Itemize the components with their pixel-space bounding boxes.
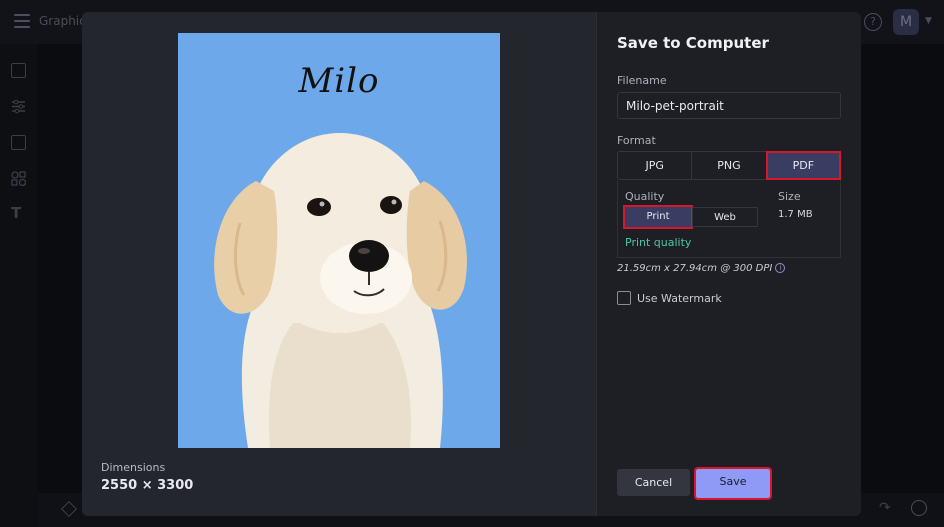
image-icon[interactable] [11, 63, 26, 78]
adjust-icon[interactable] [11, 99, 26, 114]
size-label: Size [778, 190, 801, 203]
dpi-text: 21.59cm x 27.94cm @ 300 DPI [617, 263, 773, 274]
dialog-title: Save to Computer [617, 34, 769, 52]
quality-section: Quality Print Web Print quality Size 1.7… [617, 180, 841, 258]
watermark-checkbox[interactable] [617, 291, 631, 305]
layout-icon[interactable] [11, 135, 26, 150]
format-pdf-button[interactable]: PDF [765, 151, 841, 180]
format-selector: JPG PNG PDF [617, 151, 841, 180]
pet-name-text: Milo [298, 61, 380, 101]
redo-icon[interactable]: ↷ [879, 500, 891, 516]
size-value: 1.7 MB [778, 209, 813, 220]
dpi-info: 21.59cm x 27.94cm @ 300 DPI i [617, 263, 786, 274]
design-preview: Milo [178, 33, 500, 448]
dimensions-label: Dimensions [101, 461, 166, 474]
quality-label: Quality [625, 190, 665, 203]
avatar[interactable]: M [893, 9, 919, 35]
dimensions-value: 2550 × 3300 [101, 478, 194, 493]
filename-input[interactable] [617, 92, 841, 119]
format-label: Format [617, 134, 656, 147]
cancel-button[interactable]: Cancel [617, 469, 690, 496]
text-icon[interactable]: T [11, 204, 21, 222]
format-png-button[interactable]: PNG [692, 152, 767, 179]
save-button[interactable]: Save [694, 467, 772, 500]
filename-label: Filename [617, 74, 667, 87]
chevron-down-icon[interactable]: ▼ [925, 16, 932, 26]
side-rail [0, 44, 38, 527]
info-icon[interactable]: i [775, 263, 786, 273]
preview-pane: Milo Dimensions 2550 × 3300 [82, 12, 597, 516]
format-jpg-button[interactable]: JPG [618, 152, 693, 179]
history-icon[interactable] [911, 500, 927, 516]
hamburger-menu-icon[interactable] [14, 14, 30, 28]
help-icon[interactable]: ? [864, 13, 882, 31]
settings-pane: Save to Computer Filename Format JPG PNG… [598, 12, 861, 516]
quality-web-button[interactable]: Web [692, 207, 758, 227]
quality-caption: Print quality [625, 236, 692, 249]
watermark-label[interactable]: Use Watermark [637, 292, 722, 305]
save-dialog: Milo Dimensions 2550 × 3300 Save to Comp… [82, 12, 861, 516]
elements-icon[interactable] [11, 171, 27, 187]
quality-print-button[interactable]: Print [623, 205, 693, 229]
app-title: Graphic [39, 14, 86, 28]
